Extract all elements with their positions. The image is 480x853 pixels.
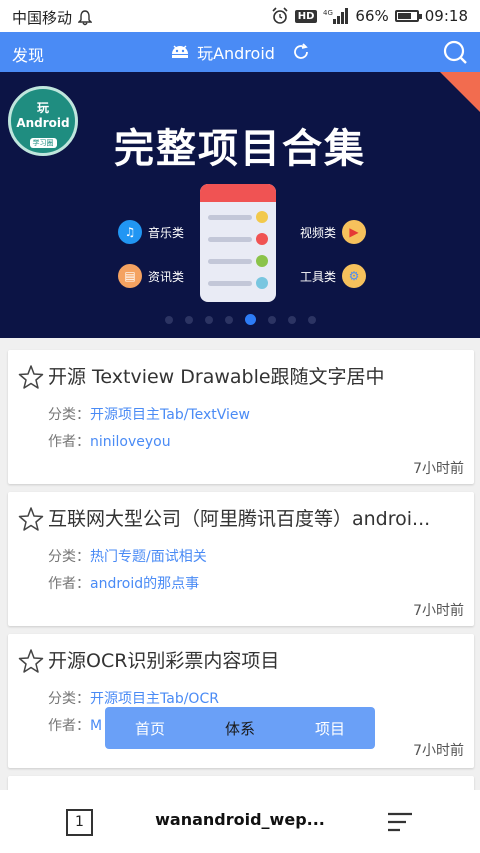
author-link[interactable]: niniloveyou — [90, 434, 171, 450]
author-link[interactable]: M — [90, 718, 102, 734]
item-time: 7小时前 — [413, 743, 464, 759]
hd-icon: HD — [294, 9, 318, 23]
author-label: 作者： — [48, 718, 90, 734]
star-outline-icon[interactable] — [18, 648, 44, 674]
app-title: 玩Android — [0, 40, 480, 64]
music-note-icon: ♫ — [118, 220, 142, 244]
carousel-dot[interactable] — [287, 316, 296, 324]
category-label: 分类： — [48, 549, 90, 565]
item-author: 作者：M — [48, 715, 102, 735]
author-link[interactable]: android的那点事 — [90, 576, 199, 592]
carousel-dot[interactable] — [267, 316, 276, 324]
category-label: 分类： — [48, 407, 90, 423]
star-outline-icon[interactable] — [18, 506, 44, 532]
device-illustration — [200, 184, 276, 302]
clock: 09:18 — [424, 7, 468, 25]
feature-video-label: 视频类 — [300, 225, 337, 240]
alarm-icon — [272, 7, 288, 24]
list-item[interactable]: 开源 Textview Drawable跟随文字居中 分类：开源项目主Tab/T… — [8, 350, 474, 484]
category-link[interactable]: 开源项目主Tab — [90, 691, 184, 707]
signal-icon: 4G — [323, 8, 349, 24]
subcategory-link[interactable]: OCR — [188, 691, 219, 707]
list-item[interactable]: 互联网大型公司（阿里腾讯百度等）androi... 分类：热门专题/面试相关 作… — [8, 492, 474, 626]
author-label: 作者： — [48, 434, 90, 450]
carousel-indicator — [0, 314, 480, 325]
carousel-dot[interactable] — [307, 316, 316, 324]
svg-text:4G: 4G — [323, 9, 333, 17]
feature-news-label: 资讯类 — [148, 269, 185, 284]
category-label: 分类： — [48, 691, 90, 707]
category-link[interactable]: 开源项目主Tab — [90, 407, 184, 423]
star-outline-icon[interactable] — [18, 364, 44, 390]
corner-ribbon — [440, 72, 480, 112]
book-icon: ▤ — [118, 264, 142, 288]
item-category: 分类：开源项目主Tab/OCR — [48, 688, 219, 708]
menu-icon[interactable] — [386, 810, 414, 834]
carousel-dot[interactable] — [224, 316, 233, 324]
app-bar: 发现 玩Android — [0, 32, 480, 72]
banner-carousel[interactable]: 玩 Android 学习圈 完整项目合集 ♫ 音乐类 视频类 ▶ ▤ 资讯类 工… — [0, 72, 480, 338]
tab-home[interactable]: 首页 — [135, 718, 165, 739]
feature-tools-label: 工具类 — [300, 269, 337, 284]
video-icon: ▶ — [342, 220, 367, 244]
notification-bell-icon — [78, 9, 93, 25]
item-time: 7小时前 — [413, 461, 464, 477]
badge-top-text: 玩 — [36, 101, 49, 115]
item-category: 分类：开源项目主Tab/TextView — [48, 404, 250, 424]
item-title[interactable]: 开源OCR识别彩票内容项目 — [48, 646, 464, 673]
item-title[interactable]: 开源 Textview Drawable跟随文字居中 — [48, 362, 464, 389]
item-author: 作者：niniloveyou — [48, 431, 171, 451]
carousel-dot[interactable] — [204, 316, 213, 324]
item-time: 7小时前 — [413, 603, 464, 619]
browser-toolbar: 1 wanandroid_wep... — [0, 790, 480, 853]
carousel-dot[interactable] — [184, 316, 193, 324]
battery-percent: 66% — [355, 7, 389, 25]
author-label: 作者： — [48, 576, 90, 592]
app-title-text: 玩Android — [197, 44, 275, 63]
carrier-label: 中国移动 — [12, 9, 73, 27]
category-link[interactable]: 热门专题 — [90, 549, 146, 565]
feature-music: ♫ 音乐类 — [118, 220, 184, 244]
item-category: 分类：热门专题/面试相关 — [48, 546, 207, 566]
carousel-dot[interactable] — [164, 316, 173, 324]
battery-icon — [394, 10, 422, 22]
banner-title: 完整项目合集 — [114, 126, 366, 172]
search-icon[interactable] — [442, 39, 468, 65]
bottom-tab-bar: 首页 体系 项目 — [105, 707, 375, 749]
item-author: 作者：android的那点事 — [48, 573, 199, 593]
feature-music-label: 音乐类 — [148, 225, 185, 240]
gear-icon: ⚙ — [342, 264, 367, 288]
tab-system[interactable]: 体系 — [225, 718, 255, 739]
feature-news: ▤ 资讯类 — [118, 264, 184, 288]
refresh-icon[interactable] — [291, 42, 311, 62]
feature-tools: 工具类 ⚙ — [300, 264, 367, 288]
subcategory-link[interactable]: TextView — [188, 407, 250, 423]
carousel-dot[interactable] — [244, 314, 256, 325]
tab-project[interactable]: 项目 — [315, 718, 345, 739]
item-title[interactable]: 互联网大型公司（阿里腾讯百度等）androi... — [48, 504, 464, 531]
status-bar: 中国移动 HD 4G 66% 09:18 — [0, 0, 480, 32]
android-logo-icon — [172, 45, 189, 58]
subcategory-link[interactable]: 面试相关 — [151, 549, 207, 565]
feature-video: 视频类 ▶ — [300, 220, 367, 244]
